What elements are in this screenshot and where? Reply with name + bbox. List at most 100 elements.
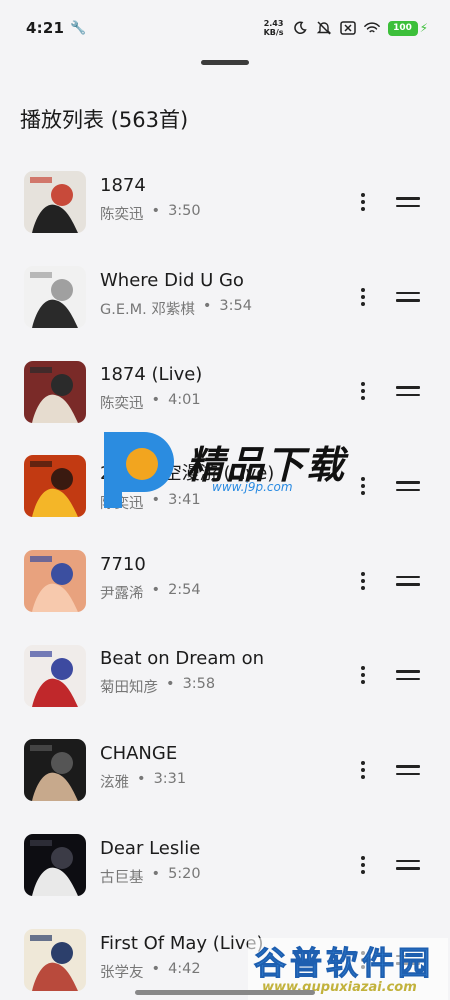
song-artist: 陈奕迅 (100, 207, 144, 223)
song-duration: 5:20 (168, 865, 201, 882)
drag-handle[interactable] (201, 60, 249, 65)
reorder-handle-icon[interactable] (396, 290, 420, 304)
song-list: 1874 陈奕迅 • 3:50 Where Did U Go G.E.M. 邓紫… (0, 155, 450, 1000)
album-cover (24, 171, 86, 234)
song-duration: 4:42 (168, 960, 201, 977)
album-cover (24, 455, 86, 518)
song-duration: 3:31 (153, 771, 187, 788)
status-bar: 4:21 🔧 2.43 KB/s 100 ⚡ (0, 0, 450, 56)
home-indicator[interactable] (135, 990, 315, 995)
separator-dot: • (151, 865, 161, 882)
song-subtitle: 菊田知彦 • 3:58 (100, 676, 264, 697)
network-speed-value: 2.43 (263, 19, 284, 28)
song-row[interactable]: CHANGE 泫雅 • 3:31 (0, 723, 450, 818)
song-meta: Where Did U Go G.E.M. 邓紫棋 • 3:54 (100, 270, 252, 319)
reorder-handle-icon[interactable] (396, 763, 420, 777)
album-cover (24, 834, 86, 897)
sim-icon (339, 20, 356, 36)
song-row[interactable]: Where Did U Go G.E.M. 邓紫棋 • 3:54 (0, 250, 450, 345)
reorder-handle-icon[interactable] (396, 858, 420, 872)
song-row[interactable]: 1874 (Live) 陈奕迅 • 4:01 (0, 344, 450, 439)
album-cover (24, 928, 86, 991)
moon-icon (292, 20, 308, 36)
song-artist: 泫雅 (100, 775, 129, 792)
song-meta: First Of May (Live) 张学友 • 4:42 (100, 933, 264, 982)
song-row[interactable]: 2001太空漫游 (Live) 陈奕迅 • 3:41 (0, 439, 450, 534)
more-options-icon[interactable] (352, 568, 374, 594)
reorder-handle-icon[interactable] (396, 195, 420, 209)
network-speed-unit: KB/s (263, 28, 284, 37)
song-subtitle: 陈奕迅 • 3:50 (100, 203, 201, 224)
separator-dot: • (151, 492, 161, 509)
separator-dot: • (166, 676, 175, 693)
album-cover (24, 644, 86, 707)
song-title: Where Did U Go (100, 269, 244, 291)
reorder-handle-icon[interactable] (396, 384, 420, 398)
song-meta: 1874 (Live) 陈奕迅 • 4:01 (100, 364, 202, 413)
album-cover (24, 360, 86, 423)
playlist-title: 播放列表 (563首) (20, 108, 189, 132)
song-artist: 菊田知彦 (100, 680, 158, 697)
song-meta: 2001太空漫游 (Live) 陈奕迅 • 3:41 (100, 459, 274, 513)
separator-dot: • (137, 771, 146, 788)
album-cover (24, 550, 86, 613)
song-subtitle: 陈奕迅 • 4:01 (100, 392, 202, 413)
song-title: Beat on Dream on (100, 648, 265, 670)
status-time: 4:21 (26, 19, 65, 37)
album-cover (24, 739, 86, 802)
song-meta: CHANGE 泫雅 • 3:31 (100, 743, 186, 792)
song-title: 1874 (100, 175, 146, 196)
song-artist: 古巨基 (100, 869, 144, 886)
song-artist: 张学友 (100, 964, 144, 981)
song-row[interactable]: 1874 陈奕迅 • 3:50 (0, 155, 450, 250)
separator-dot: • (202, 297, 212, 314)
song-artist: 陈奕迅 (100, 496, 144, 513)
song-row[interactable]: Beat on Dream on 菊田知彦 • 3:58 (0, 628, 450, 723)
song-duration: 3:58 (182, 676, 216, 693)
song-subtitle: 尹露浠 • 2:54 (100, 582, 201, 603)
song-artist: 陈奕迅 (100, 396, 144, 413)
song-meta: 1874 陈奕迅 • 3:50 (100, 175, 201, 224)
song-title: CHANGE (100, 743, 178, 765)
song-title: 1874 (Live) (100, 364, 203, 386)
song-duration: 2:54 (168, 581, 201, 598)
song-subtitle: G.E.M. 邓紫棋 • 3:54 (100, 298, 252, 319)
battery-level: 100 (387, 20, 418, 36)
song-duration: 3:41 (168, 492, 201, 509)
separator-dot: • (151, 960, 161, 977)
network-speed: 2.43 KB/s (264, 19, 284, 37)
separator-dot: • (151, 392, 161, 409)
song-title: 7710 (100, 553, 146, 575)
song-duration: 3:50 (168, 203, 201, 219)
more-options-icon[interactable] (352, 473, 374, 499)
mute-icon (316, 20, 332, 36)
song-row[interactable]: Dear Leslie 古巨基 • 5:20 (0, 818, 450, 913)
more-options-icon[interactable] (352, 378, 374, 404)
song-title: First Of May (Live) (100, 932, 264, 954)
wrench-icon: 🔧 (70, 20, 87, 36)
song-row[interactable]: 7710 尹露浠 • 2:54 (0, 534, 450, 629)
reorder-handle-icon[interactable] (396, 668, 420, 682)
reorder-handle-icon[interactable] (396, 479, 420, 493)
song-title: Dear Leslie (100, 837, 201, 859)
more-options-icon[interactable] (352, 284, 374, 310)
song-subtitle: 古巨基 • 5:20 (100, 866, 201, 887)
separator-dot: • (151, 581, 161, 598)
more-options-icon[interactable] (352, 189, 374, 215)
song-duration: 3:54 (219, 297, 252, 314)
song-artist: 尹露浠 (100, 585, 144, 602)
more-options-icon[interactable] (352, 662, 374, 688)
more-options-icon[interactable] (352, 852, 374, 878)
reorder-handle-icon[interactable] (396, 574, 420, 588)
song-subtitle: 泫雅 • 3:31 (100, 771, 186, 792)
song-title: 2001太空漫游 (Live) (100, 463, 275, 485)
song-meta: Beat on Dream on 菊田知彦 • 3:58 (100, 648, 264, 697)
more-options-icon[interactable] (352, 757, 374, 783)
watermark-bottom-text: 谷普软件园 (253, 944, 435, 983)
charging-icon: ⚡ (419, 21, 428, 35)
battery-icon: 100 ⚡ (387, 20, 428, 36)
song-subtitle: 陈奕迅 • 3:41 (100, 492, 274, 513)
song-subtitle: 张学友 • 4:42 (100, 961, 264, 982)
wifi-icon (363, 20, 380, 36)
song-duration: 4:01 (168, 392, 201, 409)
